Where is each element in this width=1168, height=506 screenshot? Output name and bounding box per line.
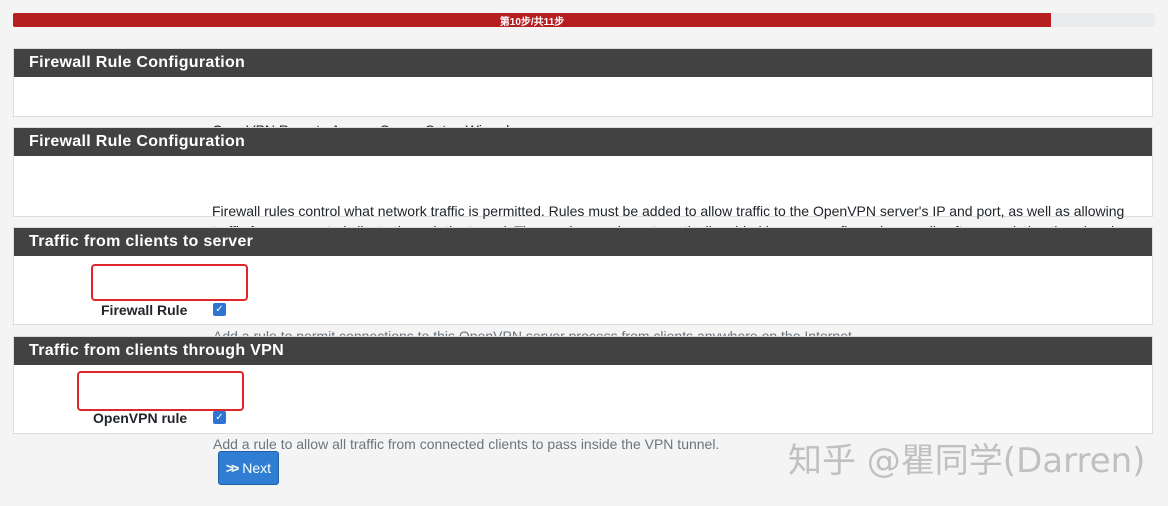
openvpn-rule-help: Add a rule to allow all traffic from con… — [213, 436, 720, 452]
panel-heading: Firewall Rule Configuration — [14, 49, 1152, 77]
firewall-rule-label: Firewall Rule — [101, 302, 188, 318]
panel-heading: Traffic from clients to server — [14, 228, 1152, 256]
checkmark-icon: ✓ — [215, 411, 224, 423]
panel-clients-to-server: Traffic from clients to server Firewall … — [13, 227, 1153, 344]
double-chevron-right-icon: >> — [225, 460, 239, 476]
watermark: 知乎 @瞿同学(Darren) — [788, 441, 1146, 481]
next-button-label: Next — [242, 460, 272, 476]
openvpn-rule-checkbox[interactable]: ✓ — [213, 411, 226, 424]
openvpn-rule-label: OpenVPN rule — [93, 410, 188, 426]
panel-wizard-title: Firewall Rule Configuration OpenVPN Remo… — [13, 48, 1153, 138]
panel-heading: Traffic from clients through VPN — [14, 337, 1152, 365]
checkmark-icon: ✓ — [215, 303, 224, 315]
progress-label: 第10步/共11步 — [499, 16, 565, 28]
wizard-page: 第10步/共11步 Firewall Rule Configuration Op… — [0, 0, 1168, 506]
progress-bar-fill: 第10步/共11步 — [13, 13, 1052, 28]
progress-bar: 第10步/共11步 — [13, 13, 1155, 27]
firewall-rule-checkbox[interactable]: ✓ — [213, 303, 226, 316]
panel-heading: Firewall Rule Configuration — [14, 128, 1152, 156]
panel-firewall-info: Firewall Rule Configuration Firewall rul… — [13, 127, 1153, 239]
next-button[interactable]: >> Next — [218, 451, 279, 485]
panel-clients-through-vpn: Traffic from clients through VPN OpenVPN… — [13, 336, 1153, 452]
